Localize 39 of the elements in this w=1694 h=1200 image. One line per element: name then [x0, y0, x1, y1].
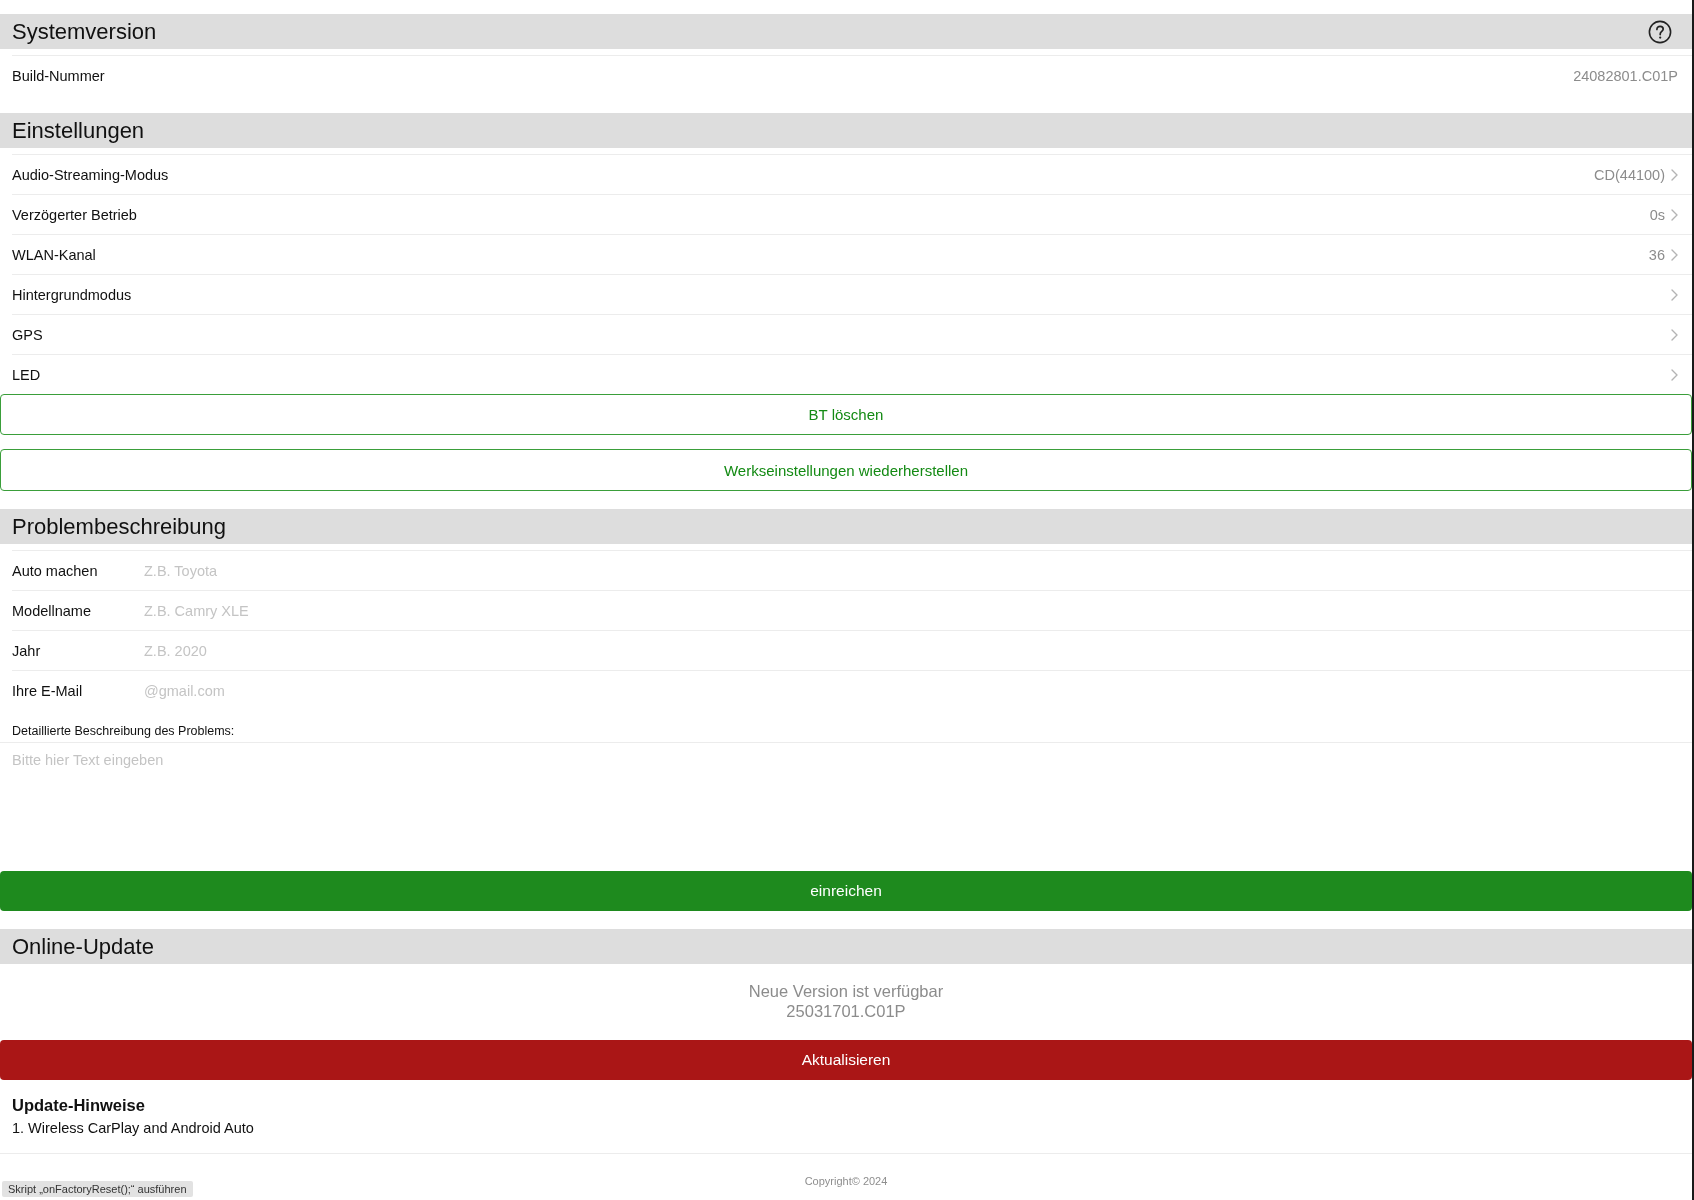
outline-button[interactable]: BT löschen — [0, 394, 1692, 435]
status-tooltip: Skript „onFactoryReset();“ ausführen — [2, 1181, 193, 1197]
chevron-right-icon — [1671, 168, 1678, 181]
input-field[interactable]: Z.B. Camry XLE — [144, 599, 1678, 622]
chevron-right-icon — [1671, 248, 1678, 261]
chevron-right-icon — [1671, 368, 1678, 381]
settings-item[interactable]: GPS — [12, 314, 1692, 354]
update-status: Neue Version ist verfügbar — [748, 981, 944, 1001]
chevron-right-icon — [1671, 208, 1678, 221]
notes-title: Update-Hinweise — [12, 1095, 145, 1116]
note-text: 1. Wireless CarPlay and Android Auto — [12, 1119, 254, 1138]
section-title: Einstellungen — [12, 119, 145, 142]
setting-value: CD(44100) — [1594, 166, 1665, 183]
input-field[interactable]: Z.B. Toyota — [144, 559, 1678, 582]
section-title: Online-Update — [12, 935, 154, 958]
settings-item[interactable]: Verzögerter Betrieb 0s — [12, 194, 1692, 234]
field-label: Auto machen — [12, 562, 99, 579]
info-label: Build-Nummer — [12, 67, 105, 84]
field-label: Jahr — [12, 642, 42, 659]
chevron-right-icon — [1671, 328, 1678, 341]
outline-button[interactable]: Werkseinstellungen wiederherstellen — [0, 449, 1692, 491]
field-label: Ihre E-Mail — [12, 682, 84, 699]
settings-item[interactable]: Hintergrundmodus — [12, 274, 1692, 314]
section-title: Problembeschreibung — [12, 515, 227, 538]
copyright-text: Copyright© 2024 — [804, 1175, 888, 1187]
settings-item[interactable]: Audio-Streaming-Modus CD(44100) — [12, 154, 1692, 194]
setting-value: 0s — [1649, 206, 1665, 223]
section-title: Systemversion — [12, 20, 157, 43]
submit-button[interactable]: einreichen — [0, 871, 1692, 911]
build-number: 24082801.C01P — [1573, 67, 1678, 84]
update-button[interactable]: Aktualisieren — [0, 1040, 1692, 1080]
setting-value: 36 — [1648, 246, 1665, 263]
chevron-right-icon — [1671, 288, 1678, 301]
input-field[interactable]: Z.B. 2020 — [144, 639, 1678, 662]
input-field[interactable]: @gmail.com — [144, 679, 1678, 702]
version-number: 25031701.C01P — [786, 1001, 906, 1021]
field-label: Modellname — [12, 602, 92, 619]
settings-item[interactable]: WLAN-Kanal 36 — [12, 234, 1692, 274]
help-icon[interactable] — [1648, 19, 1672, 44]
